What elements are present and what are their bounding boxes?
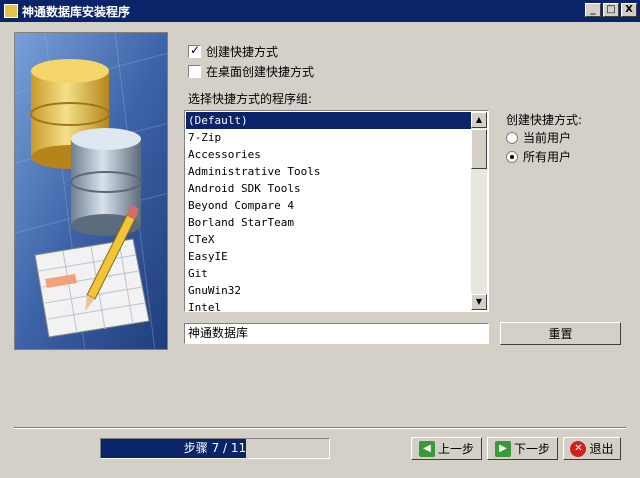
installer-side-image bbox=[14, 32, 168, 350]
list-item[interactable]: CTeX bbox=[186, 231, 472, 248]
window-title: 神通数据库安装程序 bbox=[22, 4, 131, 19]
scroll-up-icon[interactable]: ▲ bbox=[471, 112, 487, 128]
installer-app-icon bbox=[4, 4, 18, 18]
step-progress-text: 步骤 7 / 11 bbox=[183, 441, 247, 455]
radio-current-user[interactable]: 当前用户 bbox=[506, 129, 571, 146]
prev-button-label: 上一步 bbox=[437, 442, 474, 456]
list-item[interactable]: Borland StarTeam bbox=[186, 214, 472, 231]
list-item[interactable]: Accessories bbox=[186, 146, 472, 163]
close-circle-icon: ✕ bbox=[570, 440, 587, 457]
exit-button-label: 退出 bbox=[589, 442, 614, 456]
arrow-right-icon: ▶ bbox=[494, 440, 511, 457]
desktop-shortcut-checkbox[interactable]: 在桌面创建快捷方式 bbox=[188, 63, 314, 80]
minimize-button[interactable]: _ bbox=[585, 3, 601, 17]
radio-all-users-dot[interactable] bbox=[506, 150, 518, 163]
title-bar[interactable]: 神通数据库安装程序 _ □ X bbox=[0, 0, 640, 22]
window-controls: _ □ X bbox=[583, 3, 637, 17]
next-button[interactable]: ▶ 下一步 bbox=[487, 437, 558, 460]
list-item[interactable]: 7-Zip bbox=[186, 129, 472, 146]
list-item[interactable]: Git bbox=[186, 265, 472, 282]
scroll-thumb[interactable] bbox=[471, 129, 487, 169]
maximize-button[interactable]: □ bbox=[603, 3, 619, 17]
list-item[interactable]: EasyIE bbox=[186, 248, 472, 265]
radio-current-user-dot[interactable] bbox=[506, 131, 518, 144]
desktop-shortcut-label: 在桌面创建快捷方式 bbox=[206, 65, 315, 79]
list-item[interactable]: Intel bbox=[186, 299, 472, 311]
radio-all-users-label: 所有用户 bbox=[523, 150, 572, 164]
database-illustration bbox=[15, 33, 167, 349]
list-item[interactable]: Administrative Tools bbox=[186, 163, 472, 180]
exit-button[interactable]: ✕ 退出 bbox=[563, 437, 621, 460]
list-scrollbar[interactable]: ▲ ▼ bbox=[471, 112, 487, 310]
create-shortcut-checkbox[interactable]: 创建快捷方式 bbox=[188, 43, 278, 60]
program-group-items: (Default) 7-Zip Accessories Administrati… bbox=[186, 112, 472, 311]
create-shortcut-check[interactable] bbox=[188, 43, 201, 58]
program-group-input[interactable]: 神通数据库 bbox=[184, 323, 489, 344]
prev-button[interactable]: ◀ 上一步 bbox=[411, 437, 482, 460]
close-button[interactable]: X bbox=[621, 3, 637, 17]
list-item[interactable]: GnuWin32 bbox=[186, 282, 472, 299]
program-group-list[interactable]: (Default) 7-Zip Accessories Administrati… bbox=[184, 110, 489, 312]
list-item[interactable]: Android SDK Tools bbox=[186, 180, 472, 197]
list-item[interactable]: (Default) bbox=[186, 112, 472, 129]
radio-current-user-label: 当前用户 bbox=[523, 131, 572, 145]
shortcut-mode-label: 创建快捷方式: bbox=[506, 113, 583, 127]
desktop-shortcut-check[interactable] bbox=[188, 65, 201, 78]
list-item[interactable]: Beyond Compare 4 bbox=[186, 197, 472, 214]
separator bbox=[14, 427, 626, 429]
next-button-label: 下一步 bbox=[513, 442, 550, 456]
reset-button[interactable]: 重置 bbox=[500, 322, 621, 345]
radio-all-users[interactable]: 所有用户 bbox=[506, 148, 571, 165]
step-progress-bar: 步骤 7 / 11 bbox=[100, 438, 330, 459]
create-shortcut-label: 创建快捷方式 bbox=[206, 45, 279, 59]
arrow-left-icon: ◀ bbox=[418, 440, 435, 457]
program-group-label: 选择快捷方式的程序组: bbox=[188, 92, 313, 106]
scroll-down-icon[interactable]: ▼ bbox=[471, 294, 487, 310]
